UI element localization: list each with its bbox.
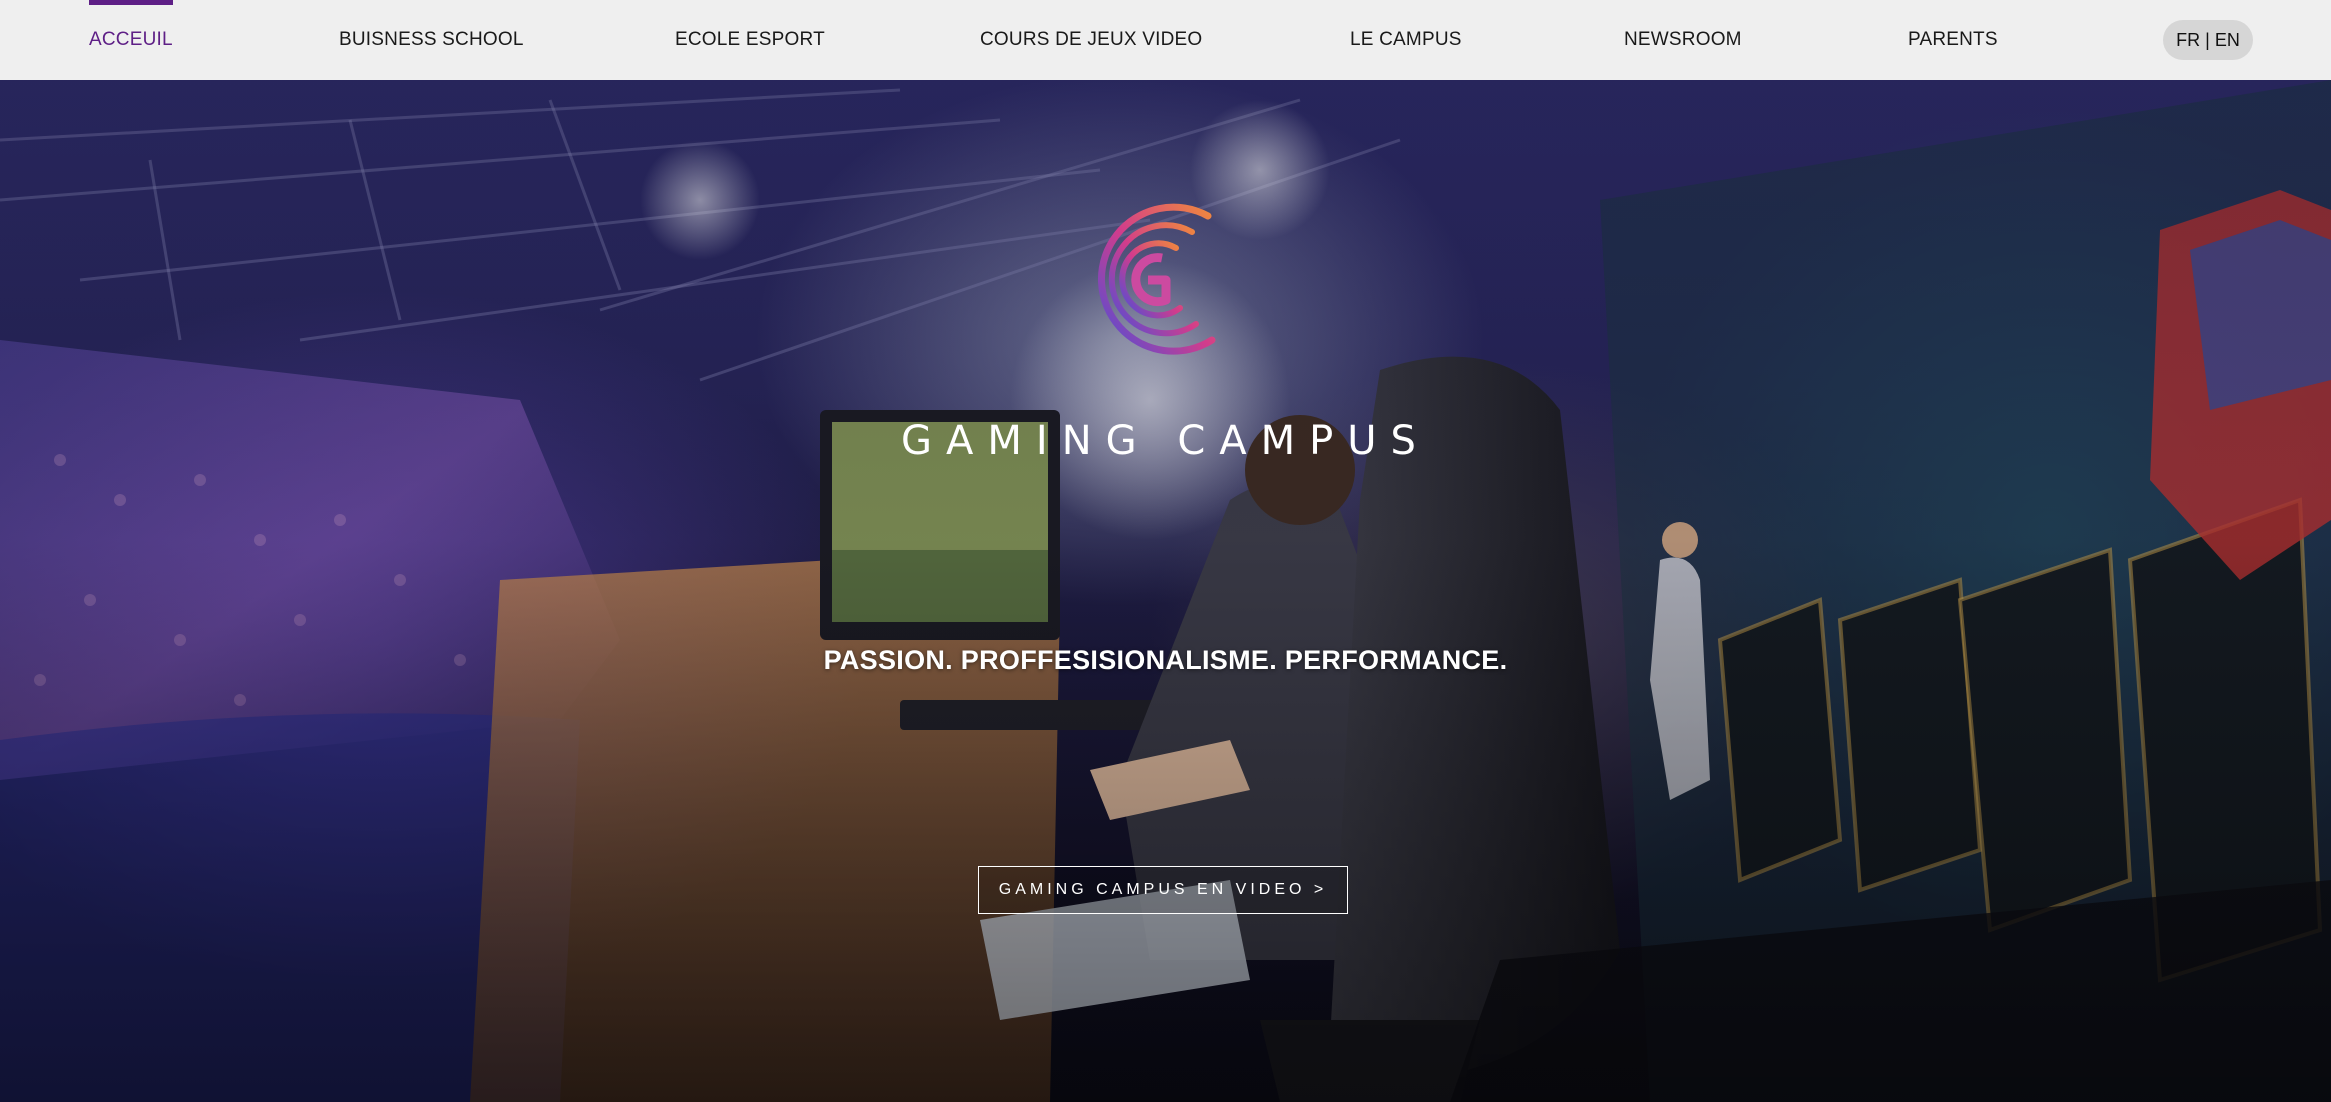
language-switch[interactable]: FR | EN (2163, 20, 2253, 60)
nav-item-accueil[interactable]: ACCEUIL (89, 0, 173, 80)
nav-item-parents[interactable]: PARENTS (1908, 0, 1998, 80)
nav-item-ecole-esport[interactable]: ECOLE ESPORT (675, 0, 825, 80)
nav-item-newsroom[interactable]: NEWSROOM (1624, 0, 1742, 80)
page: ACCEUIL BUISNESS SCHOOL ECOLE ESPORT COU… (0, 0, 2331, 1102)
hero-section: GAMING CAMPUS PASSION. PROFFESISIONALISM… (0, 80, 2331, 1102)
brand-name: GAMING CAMPUS (901, 418, 1430, 464)
nav-item-le-campus[interactable]: LE CAMPUS (1350, 0, 1462, 80)
video-cta-button[interactable]: GAMING CAMPUS EN VIDEO > (978, 866, 1348, 914)
gaming-campus-logo-icon (1097, 203, 1216, 355)
hero-tagline: PASSION. PROFFESISIONALISME. PERFORMANCE… (823, 645, 1508, 675)
nav-item-business-school[interactable]: BUISNESS SCHOOL (339, 0, 524, 80)
nav-item-cours-jeux-video[interactable]: COURS DE JEUX VIDEO (980, 0, 1202, 80)
top-navigation: ACCEUIL BUISNESS SCHOOL ECOLE ESPORT COU… (0, 0, 2331, 80)
